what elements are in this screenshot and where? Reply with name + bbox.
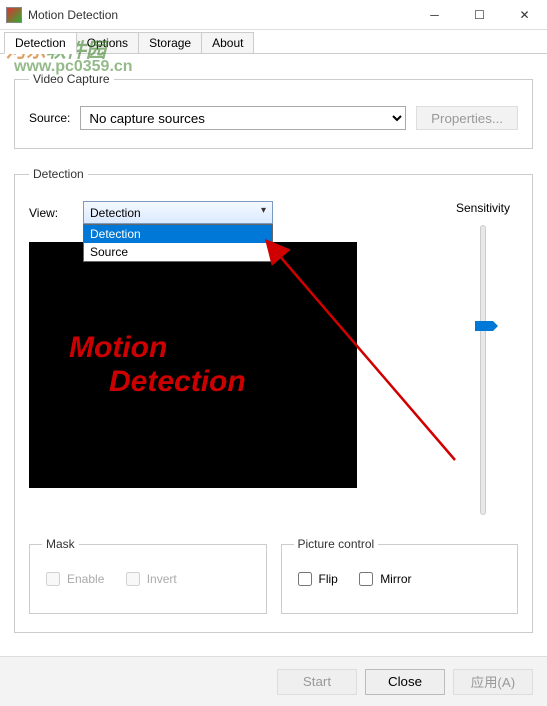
- view-option-detection[interactable]: Detection: [84, 225, 272, 243]
- apply-button[interactable]: 应用(A): [453, 669, 533, 695]
- mask-enable-checkbox[interactable]: Enable: [42, 569, 104, 589]
- view-label: View:: [29, 206, 73, 220]
- preview-area: Motion Detection: [29, 242, 357, 488]
- tab-options[interactable]: Options: [76, 32, 139, 53]
- flip-checkbox[interactable]: Flip: [294, 569, 338, 589]
- view-option-source[interactable]: Source: [84, 243, 272, 261]
- picture-control-group: Picture control Flip Mirror: [281, 537, 519, 614]
- mirror-input[interactable]: [359, 572, 373, 586]
- mask-group: Mask Enable Invert: [29, 537, 267, 614]
- detection-legend: Detection: [29, 167, 88, 181]
- tab-about[interactable]: About: [201, 32, 254, 53]
- video-capture-group: Video Capture Source: No capture sources…: [14, 72, 533, 149]
- mask-invert-checkbox[interactable]: Invert: [122, 569, 177, 589]
- properties-button[interactable]: Properties...: [416, 106, 518, 130]
- picture-control-legend: Picture control: [294, 537, 379, 551]
- view-select-value: Detection: [90, 206, 141, 220]
- source-select[interactable]: No capture sources: [80, 106, 406, 130]
- window-title: Motion Detection: [28, 8, 412, 22]
- minimize-button[interactable]: ─: [412, 0, 457, 30]
- flip-input[interactable]: [298, 572, 312, 586]
- preview-text-line2: Detection: [39, 365, 357, 399]
- tab-bar: Detection Options Storage About: [0, 30, 547, 54]
- tab-detection[interactable]: Detection: [4, 32, 77, 54]
- sensitivity-label: Sensitivity: [448, 201, 518, 215]
- tab-storage[interactable]: Storage: [138, 32, 202, 53]
- maximize-button[interactable]: ☐: [457, 0, 502, 30]
- mirror-checkbox[interactable]: Mirror: [355, 569, 411, 589]
- detection-group: Detection View: Detection Detection Sour…: [14, 167, 533, 633]
- title-bar: Motion Detection ─ ☐ ✕: [0, 0, 547, 30]
- start-button[interactable]: Start: [277, 669, 357, 695]
- dialog-footer: Start Close 应用(A): [0, 656, 547, 706]
- source-label: Source:: [29, 111, 70, 125]
- sensitivity-thumb[interactable]: [475, 321, 493, 331]
- view-select[interactable]: Detection: [83, 201, 273, 224]
- mask-invert-input[interactable]: [126, 572, 140, 586]
- mask-enable-input[interactable]: [46, 572, 60, 586]
- video-capture-legend: Video Capture: [29, 72, 114, 86]
- mask-legend: Mask: [42, 537, 79, 551]
- sensitivity-slider[interactable]: [480, 225, 486, 515]
- app-icon: [6, 7, 22, 23]
- tab-content: Video Capture Source: No capture sources…: [0, 54, 547, 661]
- close-button[interactable]: Close: [365, 669, 445, 695]
- preview-text-line1: Motion: [39, 331, 357, 365]
- close-window-button[interactable]: ✕: [502, 0, 547, 30]
- view-dropdown: Detection Source: [83, 224, 273, 262]
